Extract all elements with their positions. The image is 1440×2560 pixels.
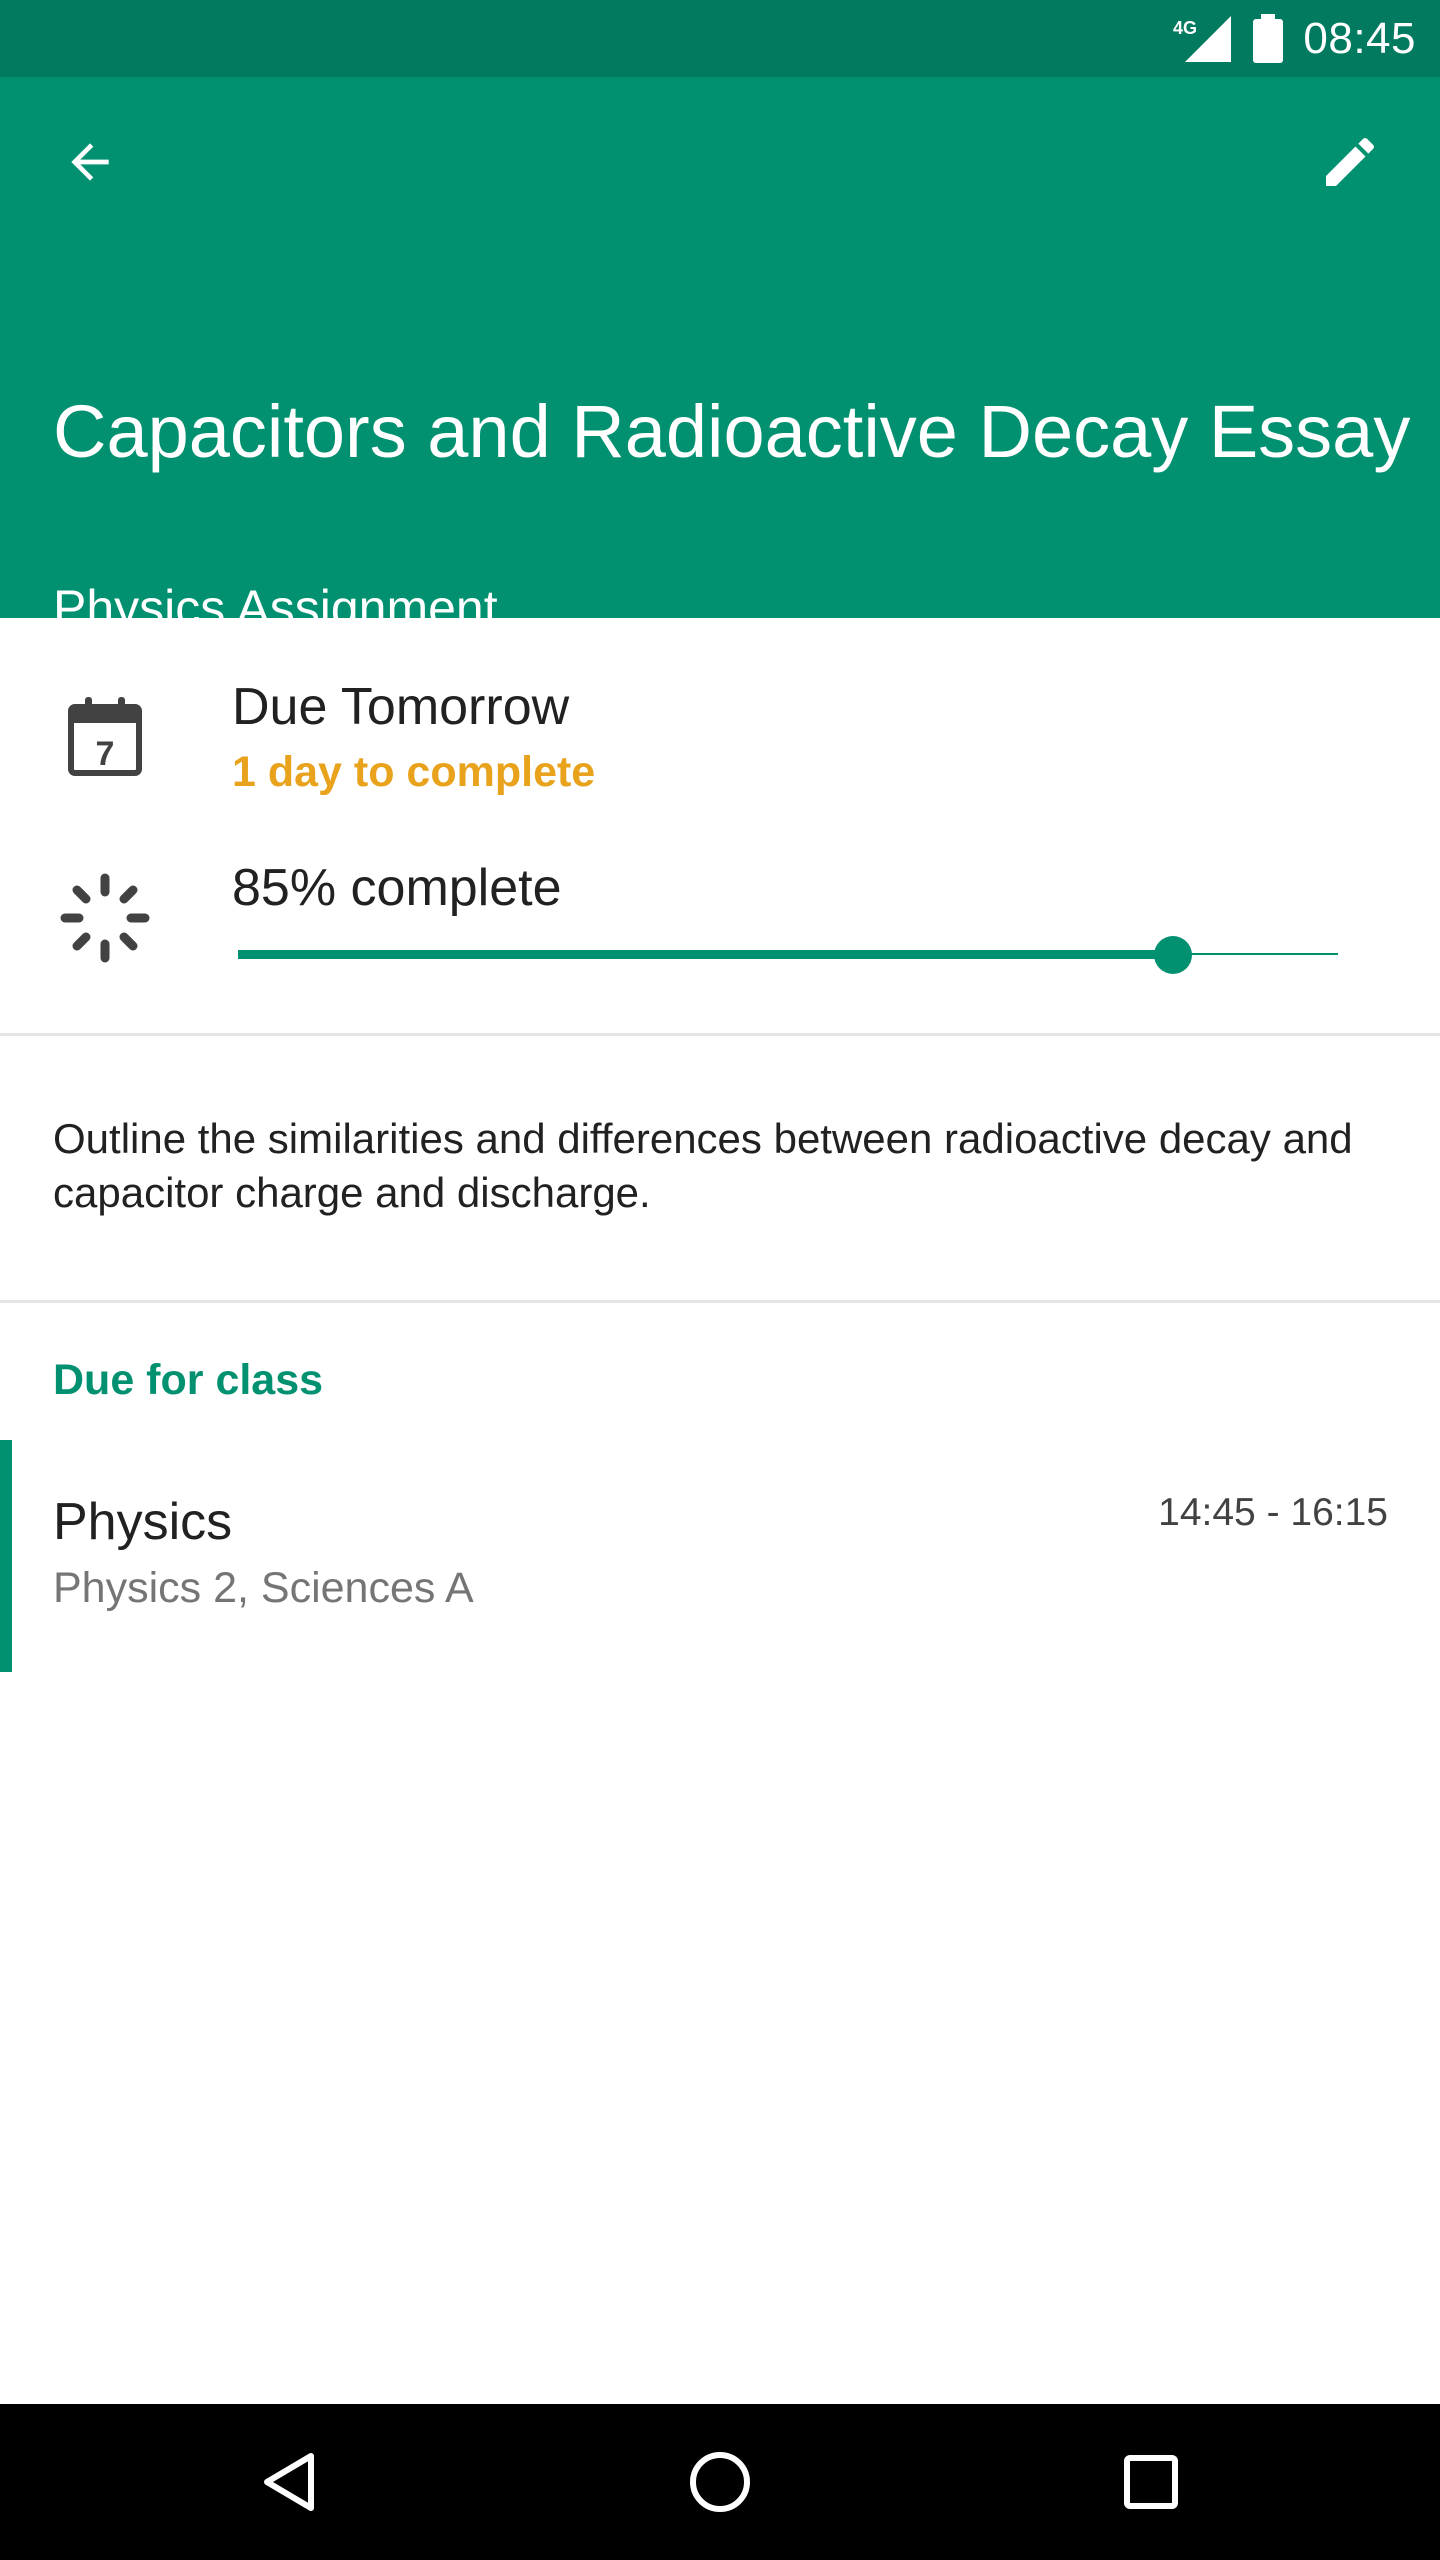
nav-home-icon [690,2452,750,2512]
slider-thumb[interactable] [1154,936,1192,974]
class-color-indicator [0,1440,12,1672]
divider [0,1300,1440,1303]
due-title: Due Tomorrow [232,678,570,736]
app-header: Capacitors and Radioactive Decay Essay P… [0,77,1440,633]
assignment-title: Capacitors and Radioactive Decay Essay [53,390,1411,473]
class-time: 14:45 - 16:15 [1158,1491,1388,1534]
due-subtitle: 1 day to complete [232,748,596,796]
status-bar: 4G 08:45 [0,0,1440,77]
signal-icon: 4G [1173,15,1232,62]
battery-icon [1253,13,1284,63]
slider-fill [238,950,1173,959]
nav-back-icon [264,2453,314,2511]
calendar-day: 7 [96,735,115,773]
nav-home-button[interactable] [642,2404,798,2560]
due-for-class-header: Due for class [53,1356,324,1404]
navigation-bar [0,2404,1440,2560]
network-type: 4G [1173,18,1197,38]
assignment-description: Outline the similarities and differences… [53,1115,1353,1216]
edit-button[interactable] [1302,114,1398,210]
status-time: 08:45 [1303,13,1416,63]
progress-slider[interactable] [238,935,1338,975]
nav-back-button[interactable] [213,2404,369,2560]
progress-label: 85% complete [232,859,562,917]
class-name: Physics [53,1493,233,1551]
progress-icon [57,870,153,966]
divider [0,1033,1440,1036]
class-item[interactable]: Physics Physics 2, Sciences A 14:45 - 16… [0,1440,1440,1672]
class-details: Physics 2, Sciences A [53,1564,474,1612]
status-icons: 4G 08:45 [1173,0,1416,77]
nav-recents-button[interactable] [1073,2404,1229,2560]
assignment-subtitle: Physics Assignment [53,580,498,636]
nav-recents-icon [1124,2455,1178,2509]
calendar-icon: 7 [57,689,153,785]
back-arrow-icon [71,143,109,181]
back-button[interactable] [42,114,138,210]
edit-pencil-icon [1326,137,1375,186]
